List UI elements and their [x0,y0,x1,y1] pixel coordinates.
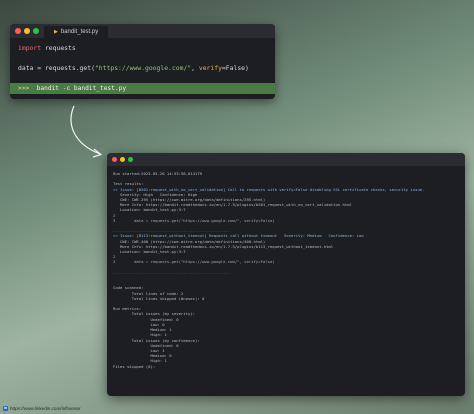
url-string: "https://www.google.com/" [94,64,192,72]
close-dot-icon[interactable] [112,157,117,162]
file-tab-label: bandit_test.py [60,29,99,35]
footer: in https://www.linkedin.com/in/hansar [3,406,80,411]
close-dot-icon[interactable] [15,28,21,34]
minimize-dot-icon[interactable] [24,28,30,34]
assignment: data = requests.get( [18,64,95,72]
import-module: requests [41,44,76,52]
file-tab[interactable]: ▶ bandit_test.py [44,26,109,38]
kwarg-name: verify [198,64,222,72]
editor-window: ▶ bandit_test.py import requests data = r… [10,24,275,99]
keyword-import: import [18,44,42,52]
editor-titlebar: ▶ bandit_test.py [10,24,275,38]
kwarg-value: =False) [221,64,249,72]
code-line-2: data = requests.get("https://www.google.… [18,64,249,72]
window-controls [15,28,39,34]
terminal-titlebar [107,153,465,166]
terminal-window-controls [112,157,133,162]
terminal-line: Files skipped (0): [113,363,156,369]
curved-arrow-icon [70,105,103,158]
code-line-1: import requests [18,44,76,52]
minimize-dot-icon[interactable] [120,157,125,162]
maximize-dot-icon[interactable] [128,157,133,162]
comma: , [191,64,199,72]
linkedin-icon: in [3,406,8,411]
maximize-dot-icon[interactable] [33,28,39,34]
terminal-window: Run started:2023-05-28 14:53:58.614179 T… [107,153,465,396]
footer-url[interactable]: https://www.linkedin.com/in/hansar [10,406,80,411]
prompt-symbol: >>> [18,85,30,92]
python-file-icon: ▶ [54,29,58,35]
command-text: bandit -c bandit_test.py [36,85,127,92]
command-bar[interactable]: >>> bandit -c bandit_test.py [10,83,275,94]
terminal-output[interactable]: Run started:2023-05-28 14:53:58.614179 T… [113,171,461,369]
